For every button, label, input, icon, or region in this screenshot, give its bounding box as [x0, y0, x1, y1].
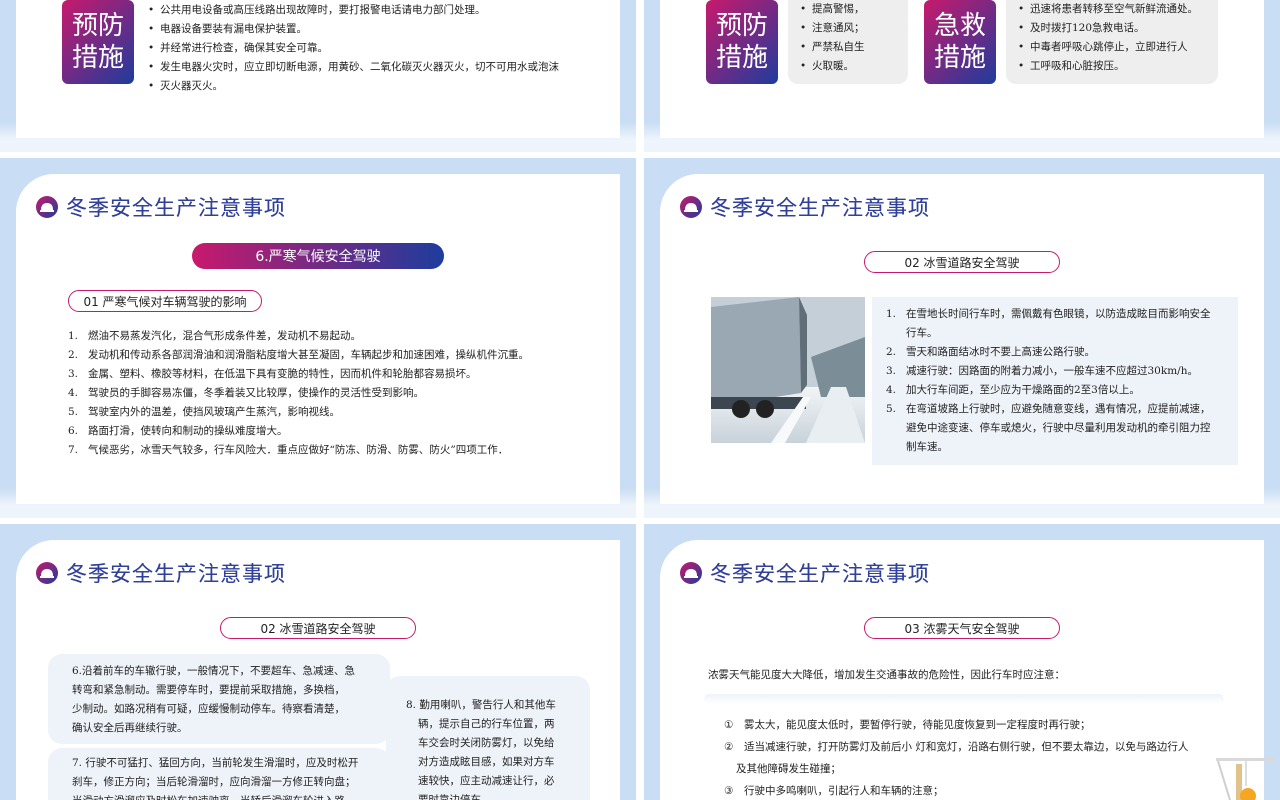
- first-aid-list: 迅速将患者转移至空气新鲜流通处。 及时拨打120急救电话。 中毒者呼吸心跳停止，…: [1016, 0, 1212, 76]
- helmet-icon: [680, 562, 702, 584]
- tag-line: 措施: [71, 43, 124, 73]
- slide-icy-road-driving-continued[interactable]: 冬季安全生产注意事项 02 冰雪道路安全驾驶 6.沿着前车的车辙行驶，一般情况下…: [0, 524, 636, 800]
- tag-line: 措施: [715, 43, 768, 73]
- snow-truck-photo: [711, 297, 865, 443]
- page-title: 冬季安全生产注意事项: [66, 192, 286, 222]
- helmet-icon: [680, 196, 702, 218]
- section-title-pill: 6.严寒气候安全驾驶: [192, 243, 444, 269]
- preventive-box: 提高警惕， 注意通风； 严禁私自生 火取暖。: [788, 0, 908, 84]
- slide-header: 冬季安全生产注意事项: [680, 192, 930, 222]
- slide-preventive-electrical[interactable]: 预防 措施 公共用电设备或高压线路出现故障时，要打报警电话请电力部门处理。 电器…: [0, 0, 636, 152]
- list-item: 制车速。: [906, 441, 948, 453]
- list-item: 4. 驾驶员的手脚容易冻僵，冬季着装又比较厚，使操作的灵活性受到影响。: [68, 387, 424, 399]
- list-item: 灭火器灭火。: [146, 77, 586, 96]
- page-title: 冬季安全生产注意事项: [66, 558, 286, 588]
- list-item: 公共用电设备或高压线路出现故障时，要打报警电话请电力部门处理。: [146, 1, 586, 20]
- subsection-pill: 02 冰雪道路安全驾驶: [220, 617, 416, 639]
- slide-cold-weather-driving[interactable]: 冬季安全生产注意事项 6.严寒气候安全驾驶 01 严寒气候对车辆驾驶的影响 1.…: [0, 158, 636, 518]
- slide-gas-poisoning[interactable]: 预防 措施 提高警惕， 注意通风； 严禁私自生 火取暖。 急救 措施 迅速将患者…: [644, 0, 1280, 152]
- list-item: 1. 在雪地长时间行车时，需佩戴有色眼镜，以防造成眩目而影响安全: [886, 308, 1211, 320]
- list-item: 注意通风；: [798, 19, 902, 38]
- slide-header: 冬季安全生产注意事项: [36, 192, 286, 222]
- snow-decoration: [644, 488, 1280, 518]
- list-item: 及时拨打120急救电话。: [1016, 19, 1212, 38]
- list-item: 7. 气候恶劣，冰雪天气较多，行车风险大．重点应做好“防冻、防滑、防雾、防火”四项…: [68, 444, 509, 456]
- helmet-icon: [36, 562, 58, 584]
- tip-text: 7. 行驶不可猛打、猛回方向，当前轮发生滑溜时，应及时松开 刹车，修正方向；当后…: [72, 757, 359, 800]
- fog-intro-text: 浓雾天气能见度大大降低，增加发生交通事故的危险性，因此行车时应注意：: [708, 669, 1065, 681]
- list-item: 2. 发动机和传动系各部润滑油和润滑脂粘度增大甚至凝固，车辆起步和加速困难，操纵机…: [68, 349, 529, 361]
- tag-line: 急救: [933, 11, 986, 41]
- helmet-icon: [36, 196, 58, 218]
- list-item: 并经常进行检查，确保其安全可靠。: [146, 39, 586, 58]
- list-item: 火取暖。: [798, 57, 902, 76]
- list-item: ② 适当减速行驶，打开防雾灯及前后小 灯和宽灯，沿路右侧行驶，但不要太靠边，以免与…: [724, 741, 1189, 753]
- list-item: 3. 金属、塑料、橡胶等材料，在低温下具有变脆的特性，因而机件和轮胎都容易损坏。: [68, 368, 477, 380]
- list-item: 提高警惕，: [798, 0, 902, 19]
- list-item: 迅速将患者转移至空气新鲜流通处。: [1016, 0, 1212, 19]
- first-aid-box: 迅速将患者转移至空气新鲜流通处。 及时拨打120急救电话。 中毒者呼吸心跳停止，…: [1006, 0, 1218, 84]
- divider: [704, 694, 1224, 704]
- snow-decoration: [0, 488, 636, 518]
- subsection-pill: 02 冰雪道路安全驾驶: [864, 251, 1060, 273]
- list-item: 5. 驾驶室内外的温差，使挡风玻璃产生蒸汽，影响视线。: [68, 406, 340, 418]
- tag-line: 措施: [933, 43, 986, 73]
- list-item: 2. 雪天和路面结冰时不要上高速公路行驶。: [886, 346, 1095, 358]
- tip-text: 6.沿着前车的车辙行驶，一般情况下，不要超车、急减速、急 转弯和紧急制动。需要停…: [72, 665, 356, 734]
- page-title: 冬季安全生产注意事项: [710, 192, 930, 222]
- slide-fog-driving[interactable]: 冬季安全生产注意事项 03 浓雾天气安全驾驶 浓雾天气能见度大大降低，增加发生交…: [644, 524, 1280, 800]
- slide-header: 冬季安全生产注意事项: [36, 558, 286, 588]
- icy-road-tips-list: 1. 在雪地长时间行车时，需佩戴有色眼镜，以防造成眩目而影响安全 行车。 2. 雪天…: [886, 305, 1232, 457]
- impact-list: 1. 燃油不易蒸发汽化，混合气形成条件差，发动机不易起动。 2. 发动机和传动系各部…: [68, 327, 608, 460]
- list-item: 3. 减速行驶：因路面的附着力减小，一般车速不应超过30km/h。: [886, 365, 1198, 377]
- fog-tips-list: ① 雾太大，能见度太低时，要暂停行驶，待能见度恢复到一定程度时再行驶； ② 适当减速…: [724, 714, 1244, 800]
- slide-icy-road-driving[interactable]: 冬季安全生产注意事项 02 冰雪道路安全驾驶 1. 在雪地长时间行车时，需佩戴有色…: [644, 158, 1280, 518]
- subsection-pill: 03 浓雾天气安全驾驶: [864, 617, 1060, 639]
- tag-preventive-measures: 预防 措施: [706, 0, 778, 84]
- subsection-pill: 01 严寒气候对车辆驾驶的影响: [68, 290, 262, 312]
- tag-line: 预防: [71, 11, 124, 41]
- list-item: 避免中途变速、停车或熄火，行驶中尽量利用发动机的牵引阻力控: [906, 422, 1211, 434]
- tip-box-7: 7. 行驶不可猛打、猛回方向，当前轮发生滑溜时，应及时松开 刹车，修正方向；当后…: [48, 748, 390, 800]
- list-item: ③ 行驶中多鸣喇叭，引起行人和车辆的注意；: [724, 785, 944, 797]
- list-item: 工呼吸和心脏按压。: [1016, 57, 1212, 76]
- list-item: ① 雾太大，能见度太低时，要暂停行驶，待能见度恢复到一定程度时再行驶；: [724, 719, 1091, 731]
- tag-line: 预防: [715, 11, 768, 41]
- list-item: 发生电器火灾时，应立即切断电源，用黄砂、二氧化碳灭火器灭火，切不可用水或泡沫: [146, 58, 586, 77]
- tag-preventive-measures: 预防 措施: [62, 0, 134, 84]
- list-item: 及其他障碍发生碰撞；: [736, 763, 841, 775]
- tag-first-aid-measures: 急救 措施: [924, 0, 996, 84]
- snow-decoration: [644, 122, 1280, 152]
- tip-box-8: 8. 勤用喇叭，警告行人和其他车 辆，提示自己的行车位置，两 车交会时关闭防雾灯…: [386, 676, 590, 800]
- electrical-safety-list: 公共用电设备或高压线路出现故障时，要打报警电话请电力部门处理。 电器设备要装有漏…: [146, 1, 586, 96]
- preventive-list: 提高警惕， 注意通风； 严禁私自生 火取暖。: [798, 0, 902, 76]
- list-item: 中毒者呼吸心跳停止，立即进行人: [1016, 38, 1212, 57]
- tip-box-6: 6.沿着前车的车辙行驶，一般情况下，不要超车、急减速、急 转弯和紧急制动。需要停…: [48, 654, 390, 744]
- page-title: 冬季安全生产注意事项: [710, 558, 930, 588]
- icy-road-tips-box: 1. 在雪地长时间行车时，需佩戴有色眼镜，以防造成眩目而影响安全 行车。 2. 雪天…: [872, 297, 1238, 465]
- list-item: 严禁私自生: [798, 38, 902, 57]
- list-item: 电器设备要装有漏电保护装置。: [146, 20, 586, 39]
- list-item: 1. 燃油不易蒸发汽化，混合气形成条件差，发动机不易起动。: [68, 330, 361, 342]
- list-item: 4. 加大行车间距，至少应为干燥路面的2至3倍以上。: [886, 384, 1140, 396]
- slide-header: 冬季安全生产注意事项: [680, 558, 930, 588]
- list-item: 行车。: [906, 327, 938, 339]
- list-item: 6. 路面打滑，使转向和制动的操纵难度增大。: [68, 425, 288, 437]
- list-item: 5. 在弯道坡路上行驶时，应避免随意变线，遇有情况，应提前减速，: [886, 403, 1211, 415]
- snow-decoration: [0, 122, 636, 152]
- tip-text: 8. 勤用喇叭，警告行人和其他车 辆，提示自己的行车位置，两 车交会时关闭防雾灯…: [406, 699, 556, 800]
- construction-crane-icon: [1206, 756, 1280, 800]
